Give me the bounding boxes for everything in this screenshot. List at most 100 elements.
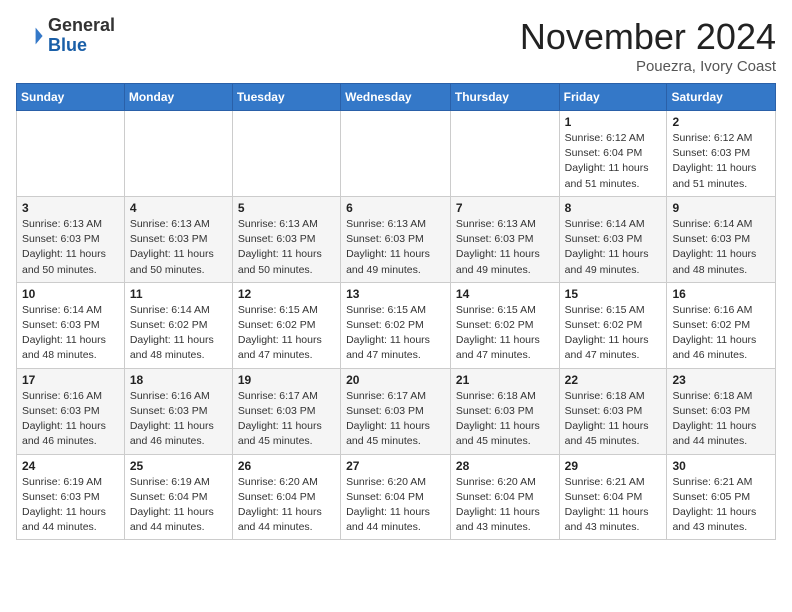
calendar-cell: 12 Sunrise: 6:15 AMSunset: 6:02 PMDayligh…: [232, 282, 340, 368]
calendar-cell: 29 Sunrise: 6:21 AMSunset: 6:04 PMDayligh…: [559, 454, 667, 540]
day-number: 4: [130, 201, 227, 215]
day-number: 25: [130, 459, 227, 473]
logo: General Blue: [16, 16, 115, 56]
day-number: 5: [238, 201, 335, 215]
calendar-table: SundayMondayTuesdayWednesdayThursdayFrid…: [16, 83, 776, 540]
day-info: Sunrise: 6:16 AMSunset: 6:02 PMDaylight:…: [672, 303, 770, 364]
header-wednesday: Wednesday: [341, 84, 451, 111]
day-info: Sunrise: 6:15 AMSunset: 6:02 PMDaylight:…: [346, 303, 445, 364]
day-number: 17: [22, 373, 119, 387]
day-info: Sunrise: 6:21 AMSunset: 6:04 PMDaylight:…: [565, 475, 662, 536]
day-number: 1: [565, 115, 662, 129]
day-number: 16: [672, 287, 770, 301]
header-sunday: Sunday: [17, 84, 125, 111]
day-number: 20: [346, 373, 445, 387]
calendar-cell: 10 Sunrise: 6:14 AMSunset: 6:03 PMDayligh…: [17, 282, 125, 368]
day-info: Sunrise: 6:20 AMSunset: 6:04 PMDaylight:…: [346, 475, 445, 536]
logo-text: General Blue: [48, 16, 115, 56]
day-info: Sunrise: 6:14 AMSunset: 6:03 PMDaylight:…: [565, 217, 662, 278]
location: Pouezra, Ivory Coast: [520, 58, 776, 75]
day-number: 10: [22, 287, 119, 301]
day-info: Sunrise: 6:13 AMSunset: 6:03 PMDaylight:…: [130, 217, 227, 278]
day-info: Sunrise: 6:20 AMSunset: 6:04 PMDaylight:…: [238, 475, 335, 536]
logo-icon: [16, 22, 44, 50]
calendar-cell: 20 Sunrise: 6:17 AMSunset: 6:03 PMDayligh…: [341, 368, 451, 454]
calendar-week-row: 10 Sunrise: 6:14 AMSunset: 6:03 PMDayligh…: [17, 282, 776, 368]
calendar-cell: 24 Sunrise: 6:19 AMSunset: 6:03 PMDayligh…: [17, 454, 125, 540]
day-info: Sunrise: 6:18 AMSunset: 6:03 PMDaylight:…: [565, 389, 662, 450]
calendar-week-row: 17 Sunrise: 6:16 AMSunset: 6:03 PMDayligh…: [17, 368, 776, 454]
header-saturday: Saturday: [667, 84, 776, 111]
day-number: 3: [22, 201, 119, 215]
calendar-cell: 17 Sunrise: 6:16 AMSunset: 6:03 PMDayligh…: [17, 368, 125, 454]
calendar-cell: 21 Sunrise: 6:18 AMSunset: 6:03 PMDayligh…: [450, 368, 559, 454]
day-number: 11: [130, 287, 227, 301]
header-friday: Friday: [559, 84, 667, 111]
calendar-cell: 7 Sunrise: 6:13 AMSunset: 6:03 PMDaylight…: [450, 196, 559, 282]
day-number: 29: [565, 459, 662, 473]
day-info: Sunrise: 6:18 AMSunset: 6:03 PMDaylight:…: [456, 389, 554, 450]
day-number: 15: [565, 287, 662, 301]
day-info: Sunrise: 6:16 AMSunset: 6:03 PMDaylight:…: [130, 389, 227, 450]
day-info: Sunrise: 6:14 AMSunset: 6:03 PMDaylight:…: [22, 303, 119, 364]
day-info: Sunrise: 6:15 AMSunset: 6:02 PMDaylight:…: [565, 303, 662, 364]
day-info: Sunrise: 6:12 AMSunset: 6:04 PMDaylight:…: [565, 131, 662, 192]
day-number: 28: [456, 459, 554, 473]
day-info: Sunrise: 6:13 AMSunset: 6:03 PMDaylight:…: [456, 217, 554, 278]
day-number: 23: [672, 373, 770, 387]
header-thursday: Thursday: [450, 84, 559, 111]
day-info: Sunrise: 6:15 AMSunset: 6:02 PMDaylight:…: [456, 303, 554, 364]
day-number: 18: [130, 373, 227, 387]
day-info: Sunrise: 6:13 AMSunset: 6:03 PMDaylight:…: [238, 217, 335, 278]
calendar-cell: 11Sunrise: 6:14 AMSunset: 6:02 PMDayligh…: [124, 282, 232, 368]
calendar-header-row: SundayMondayTuesdayWednesdayThursdayFrid…: [17, 84, 776, 111]
day-number: 8: [565, 201, 662, 215]
header-tuesday: Tuesday: [232, 84, 340, 111]
calendar-cell: 23 Sunrise: 6:18 AMSunset: 6:03 PMDayligh…: [667, 368, 776, 454]
calendar-cell: 8 Sunrise: 6:14 AMSunset: 6:03 PMDaylight…: [559, 196, 667, 282]
day-info: Sunrise: 6:16 AMSunset: 6:03 PMDaylight:…: [22, 389, 119, 450]
day-number: 22: [565, 373, 662, 387]
title-block: November 2024 Pouezra, Ivory Coast: [520, 16, 776, 75]
calendar-cell: 19Sunrise: 6:17 AMSunset: 6:03 PMDayligh…: [232, 368, 340, 454]
day-number: 21: [456, 373, 554, 387]
day-number: 27: [346, 459, 445, 473]
day-info: Sunrise: 6:15 AMSunset: 6:02 PMDaylight:…: [238, 303, 335, 364]
day-number: 12: [238, 287, 335, 301]
calendar-cell: 9 Sunrise: 6:14 AMSunset: 6:03 PMDaylight…: [667, 196, 776, 282]
day-info: Sunrise: 6:12 AMSunset: 6:03 PMDaylight:…: [672, 131, 770, 192]
day-info: Sunrise: 6:19 AMSunset: 6:04 PMDaylight:…: [130, 475, 227, 536]
day-info: Sunrise: 6:13 AMSunset: 6:03 PMDaylight:…: [22, 217, 119, 278]
calendar-cell: 6Sunrise: 6:13 AMSunset: 6:03 PMDaylight…: [341, 196, 451, 282]
day-number: 7: [456, 201, 554, 215]
calendar-cell: 5 Sunrise: 6:13 AMSunset: 6:03 PMDaylight…: [232, 196, 340, 282]
calendar-cell: [341, 111, 451, 197]
day-number: 14: [456, 287, 554, 301]
calendar-cell: 26 Sunrise: 6:20 AMSunset: 6:04 PMDayligh…: [232, 454, 340, 540]
calendar-cell: 22 Sunrise: 6:18 AMSunset: 6:03 PMDayligh…: [559, 368, 667, 454]
calendar-cell: 16 Sunrise: 6:16 AMSunset: 6:02 PMDayligh…: [667, 282, 776, 368]
day-info: Sunrise: 6:20 AMSunset: 6:04 PMDaylight:…: [456, 475, 554, 536]
calendar-cell: 25 Sunrise: 6:19 AMSunset: 6:04 PMDayligh…: [124, 454, 232, 540]
day-info: Sunrise: 6:17 AMSunset: 6:03 PMDaylight:…: [346, 389, 445, 450]
month-title: November 2024: [520, 16, 776, 58]
calendar-cell: 4 Sunrise: 6:13 AMSunset: 6:03 PMDaylight…: [124, 196, 232, 282]
day-number: 2: [672, 115, 770, 129]
calendar-cell: 18 Sunrise: 6:16 AMSunset: 6:03 PMDayligh…: [124, 368, 232, 454]
day-number: 24: [22, 459, 119, 473]
day-number: 26: [238, 459, 335, 473]
calendar-cell: 3 Sunrise: 6:13 AMSunset: 6:03 PMDaylight…: [17, 196, 125, 282]
calendar-cell: 14 Sunrise: 6:15 AMSunset: 6:02 PMDayligh…: [450, 282, 559, 368]
calendar-week-row: 1 Sunrise: 6:12 AMSunset: 6:04 PMDaylight…: [17, 111, 776, 197]
day-number: 30: [672, 459, 770, 473]
day-number: 9: [672, 201, 770, 215]
calendar-cell: 30Sunrise: 6:21 AMSunset: 6:05 PMDayligh…: [667, 454, 776, 540]
calendar-cell: 2 Sunrise: 6:12 AMSunset: 6:03 PMDaylight…: [667, 111, 776, 197]
day-info: Sunrise: 6:13 AMSunset: 6:03 PMDaylight:…: [346, 217, 445, 278]
day-number: 13: [346, 287, 445, 301]
day-info: Sunrise: 6:14 AMSunset: 6:03 PMDaylight:…: [672, 217, 770, 278]
day-info: Sunrise: 6:18 AMSunset: 6:03 PMDaylight:…: [672, 389, 770, 450]
day-info: Sunrise: 6:19 AMSunset: 6:03 PMDaylight:…: [22, 475, 119, 536]
calendar-cell: 1 Sunrise: 6:12 AMSunset: 6:04 PMDaylight…: [559, 111, 667, 197]
page-header: General Blue November 2024 Pouezra, Ivor…: [16, 16, 776, 75]
